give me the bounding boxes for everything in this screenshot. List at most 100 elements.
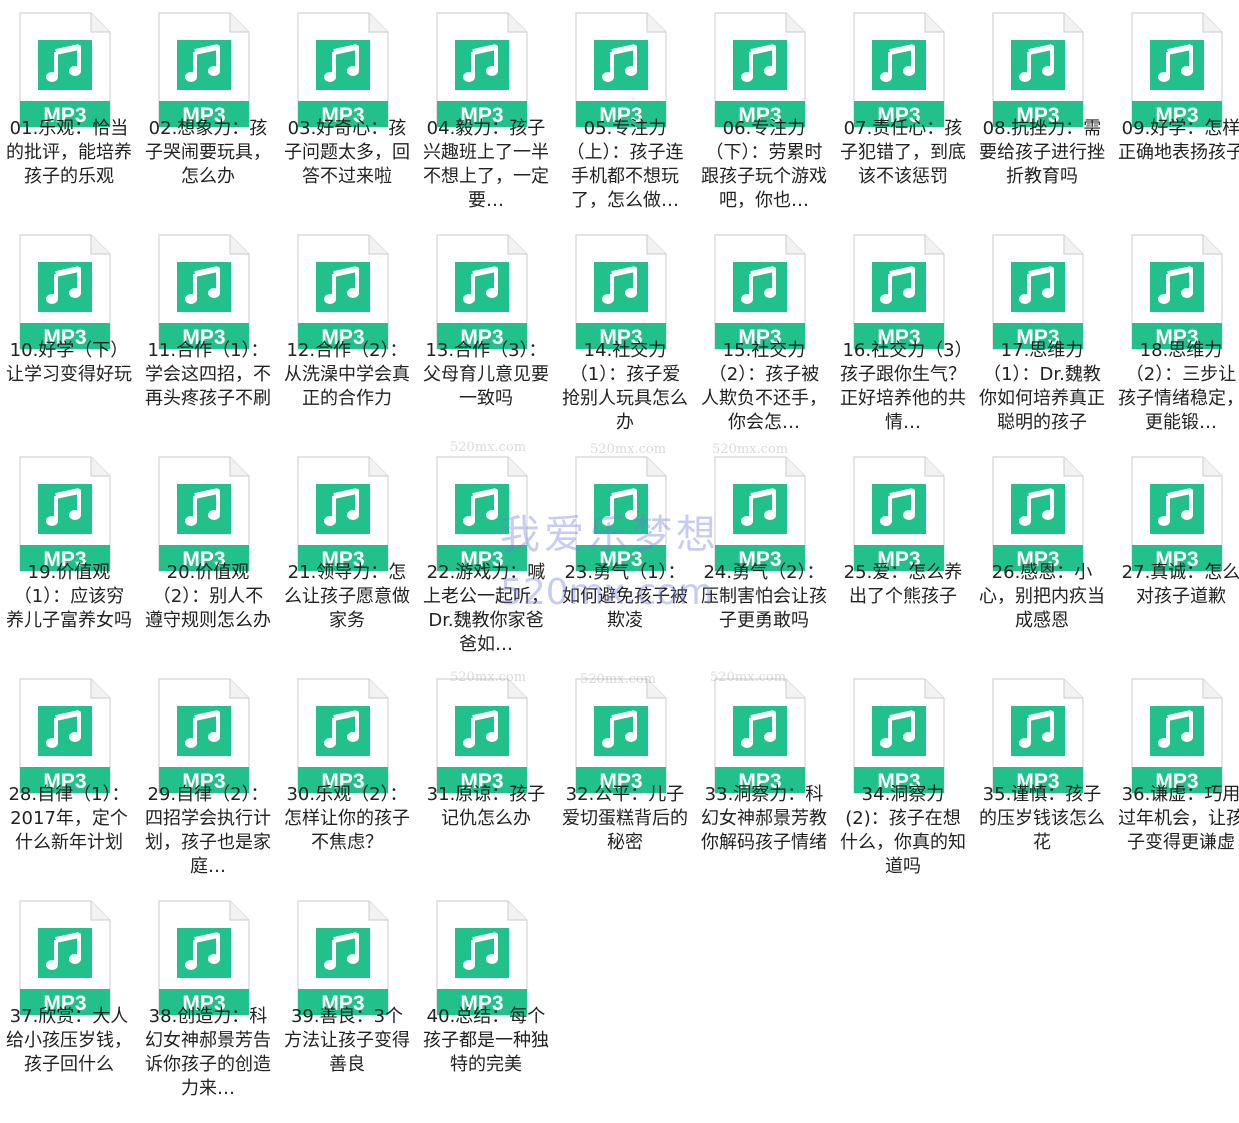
mp3-file-icon: MP3 <box>853 456 945 572</box>
file-item-33[interactable]: MP3 33.洞察力：科幻女神郝景芳教你解码孩子情绪 <box>695 666 833 888</box>
file-name: 15.社交力（2）：孩子被人欺负不还手，你会怎… <box>701 340 827 433</box>
mp3-file-icon: MP3 <box>297 678 389 794</box>
mp3-file-icon: MP3 <box>19 456 111 572</box>
mp3-file-icon: MP3 <box>436 456 528 572</box>
file-item-19[interactable]: MP3 19.价值观（1）：应该穷养儿子富养女吗 <box>0 444 138 666</box>
file-name: 17.思维力（1）：Dr.魏教你如何培养真正聪明的孩子 <box>979 340 1105 433</box>
mp3-file-icon: MP3 <box>158 678 250 794</box>
file-name: 26.感恩：小心，别把内疚当成感恩 <box>979 562 1105 631</box>
file-name: 32.公平：儿子爱切蛋糕背后的秘密 <box>562 784 688 853</box>
mp3-file-icon: MP3 <box>714 456 806 572</box>
file-item-29[interactable]: MP3 29.自律（2）：四招学会执行计划，孩子也是家庭… <box>139 666 277 888</box>
file-name: 21.领导力：怎么让孩子愿意做家务 <box>284 562 410 631</box>
file-item-18[interactable]: MP3 18.思维力（2）：三步让孩子情绪稳定，更能锻… <box>1112 222 1239 444</box>
mp3-file-icon: MP3 <box>19 900 111 1016</box>
file-name: 31.原谅：孩子记仇怎么办 <box>426 784 546 829</box>
file-name: 35.谨慎：孩子的压岁钱该怎么花 <box>979 784 1105 853</box>
mp3-file-icon: MP3 <box>1131 12 1223 128</box>
mp3-file-icon: MP3 <box>992 12 1084 128</box>
mp3-file-icon: MP3 <box>158 12 250 128</box>
file-item-37[interactable]: MP3 37.欣赏：大人给小孩压岁钱，孩子回什么 <box>0 888 138 1110</box>
file-name: 28.自律（1）：2017年，定个什么新年计划 <box>8 784 130 853</box>
file-item-08[interactable]: MP3 08.抗挫力：需要给孩子进行挫折教育吗 <box>973 0 1111 222</box>
file-name: 09.好学：怎样正确地表扬孩子 <box>1118 118 1239 163</box>
file-name: 34.洞察力 (2)：孩子在想什么，你真的知道吗 <box>840 784 966 877</box>
file-item-09[interactable]: MP3 09.好学：怎样正确地表扬孩子 <box>1112 0 1239 222</box>
file-item-24[interactable]: MP3 24.勇气（2）：压制害怕会让孩子更勇敢吗 <box>695 444 833 666</box>
file-item-25[interactable]: MP3 25.爱：怎么养出了个熊孩子 <box>834 444 972 666</box>
file-name: 27.真诚：怎么对孩子道歉 <box>1121 562 1239 607</box>
file-item-21[interactable]: MP3 21.领导力：怎么让孩子愿意做家务 <box>278 444 416 666</box>
file-item-14[interactable]: MP3 14.社交力（1）：孩子爱抢别人玩具怎么办 <box>556 222 694 444</box>
mp3-file-icon: MP3 <box>853 234 945 350</box>
mp3-file-icon: MP3 <box>575 12 667 128</box>
mp3-file-icon: MP3 <box>714 12 806 128</box>
file-item-13[interactable]: MP3 13.合作（3）：父母育儿意见要一致吗 <box>417 222 555 444</box>
mp3-file-icon: MP3 <box>19 12 111 128</box>
file-item-28[interactable]: MP3 28.自律（1）：2017年，定个什么新年计划 <box>0 666 138 888</box>
file-item-05[interactable]: MP3 05.专注力（上）：孩子连手机都不想玩了，怎么做… <box>556 0 694 222</box>
file-item-38[interactable]: MP3 38.创造力：科幻女神郝景芳告诉你孩子的创造力来… <box>139 888 277 1110</box>
mp3-file-icon: MP3 <box>19 678 111 794</box>
file-item-35[interactable]: MP3 35.谨慎：孩子的压岁钱该怎么花 <box>973 666 1111 888</box>
mp3-file-icon: MP3 <box>853 12 945 128</box>
mp3-file-icon: MP3 <box>158 456 250 572</box>
file-item-01[interactable]: MP3 01.乐观：恰当的批评，能培养孩子的乐观 <box>0 0 138 222</box>
file-name: 05.专注力（上）：孩子连手机都不想玩了，怎么做… <box>566 118 684 211</box>
file-item-27[interactable]: MP3 27.真诚：怎么对孩子道歉 <box>1112 444 1239 666</box>
mp3-file-icon: MP3 <box>297 900 389 1016</box>
file-item-17[interactable]: MP3 17.思维力（1）：Dr.魏教你如何培养真正聪明的孩子 <box>973 222 1111 444</box>
file-name: 11.合作（1）：学会这四招，不再头疼孩子不刷 <box>145 340 271 409</box>
file-item-30[interactable]: MP3 30.乐观（2）：怎样让你的孩子不焦虑？ <box>278 666 416 888</box>
mp3-file-icon: MP3 <box>992 678 1084 794</box>
file-item-34[interactable]: MP3 34.洞察力 (2)：孩子在想什么，你真的知道吗 <box>834 666 972 888</box>
file-item-22[interactable]: MP3 22.游戏力：喊上老公一起听，Dr.魏教你家爸爸如… <box>417 444 555 666</box>
file-item-16[interactable]: MP3 16.社交力（3）孩子跟你生气？正好培养他的共情… <box>834 222 972 444</box>
file-name: 38.创造力：科幻女神郝景芳告诉你孩子的创造力来… <box>145 1006 271 1099</box>
file-item-03[interactable]: MP3 03.好奇心：孩子问题太多，回答不过来啦 <box>278 0 416 222</box>
file-name: 25.爱：怎么养出了个熊孩子 <box>843 562 963 607</box>
file-item-26[interactable]: MP3 26.感恩：小心，别把内疚当成感恩 <box>973 444 1111 666</box>
file-item-23[interactable]: MP3 23.勇气（1）：如何避免孩子被欺凌 <box>556 444 694 666</box>
file-grid: MP3 01.乐观：恰当的批评，能培养孩子的乐观 MP3 02.想象力：孩子哭闹… <box>0 0 1239 1123</box>
mp3-file-icon: MP3 <box>1131 456 1223 572</box>
file-name: 18.思维力（2）：三步让孩子情绪稳定，更能锻… <box>1118 340 1239 433</box>
file-item-32[interactable]: MP3 32.公平：儿子爱切蛋糕背后的秘密 <box>556 666 694 888</box>
mp3-file-icon: MP3 <box>714 678 806 794</box>
file-item-36[interactable]: MP3 36.谦虚：巧用过年机会，让孩子变得更谦虚 <box>1112 666 1239 888</box>
file-item-06[interactable]: MP3 06.专注力（下）：劳累时跟孩子玩个游戏吧，你也… <box>695 0 833 222</box>
file-name: 33.洞察力：科幻女神郝景芳教你解码孩子情绪 <box>701 784 827 853</box>
file-item-20[interactable]: MP3 20.价值观（2）：别人不遵守规则怎么办 <box>139 444 277 666</box>
file-item-15[interactable]: MP3 15.社交力（2）：孩子被人欺负不还手，你会怎… <box>695 222 833 444</box>
mp3-file-icon: MP3 <box>436 234 528 350</box>
file-name: 04.毅力：孩子兴趣班上了一半不想上了，一定要… <box>423 118 549 211</box>
file-name: 24.勇气（2）：压制害怕会让孩子更勇敢吗 <box>701 562 827 631</box>
file-item-04[interactable]: MP3 04.毅力：孩子兴趣班上了一半不想上了，一定要… <box>417 0 555 222</box>
file-item-02[interactable]: MP3 02.想象力：孩子哭闹要玩具，怎么办 <box>139 0 277 222</box>
file-name: 20.价值观（2）：别人不遵守规则怎么办 <box>145 562 271 631</box>
mp3-file-icon: MP3 <box>436 12 528 128</box>
mp3-file-icon: MP3 <box>575 678 667 794</box>
file-item-07[interactable]: MP3 07.责任心：孩子犯错了，到底该不该惩罚 <box>834 0 972 222</box>
mp3-file-icon: MP3 <box>297 456 389 572</box>
file-item-39[interactable]: MP3 39.善良：3个方法让孩子变得善良 <box>278 888 416 1110</box>
file-name: 39.善良：3个方法让孩子变得善良 <box>284 1006 410 1075</box>
mp3-file-icon: MP3 <box>436 678 528 794</box>
mp3-file-icon: MP3 <box>436 900 528 1016</box>
mp3-file-icon: MP3 <box>992 234 1084 350</box>
file-name: 22.游戏力：喊上老公一起听，Dr.魏教你家爸爸如… <box>423 562 549 655</box>
file-name: 30.乐观（2）：怎样让你的孩子不焦虑？ <box>284 784 410 853</box>
file-name: 08.抗挫力：需要给孩子进行挫折教育吗 <box>979 118 1105 187</box>
file-item-12[interactable]: MP3 12.合作（2）：从洗澡中学会真正的合作力 <box>278 222 416 444</box>
file-item-31[interactable]: MP3 31.原谅：孩子记仇怎么办 <box>417 666 555 888</box>
file-name: 07.责任心：孩子犯错了，到底该不该惩罚 <box>840 118 966 187</box>
file-item-11[interactable]: MP3 11.合作（1）：学会这四招，不再头疼孩子不刷 <box>139 222 277 444</box>
file-name: 19.价值观（1）：应该穷养儿子富养女吗 <box>6 562 132 631</box>
file-name: 37.欣赏：大人给小孩压岁钱，孩子回什么 <box>6 1006 132 1075</box>
file-item-40[interactable]: MP3 40.总结：每个孩子都是一种独特的完美 <box>417 888 555 1110</box>
mp3-file-icon: MP3 <box>19 234 111 350</box>
mp3-file-icon: MP3 <box>992 456 1084 572</box>
file-name: 36.谦虚：巧用过年机会，让孩子变得更谦虚 <box>1118 784 1239 853</box>
file-item-10[interactable]: MP3 10.好学（下）让学习变得好玩 <box>0 222 138 444</box>
mp3-file-icon: MP3 <box>575 456 667 572</box>
